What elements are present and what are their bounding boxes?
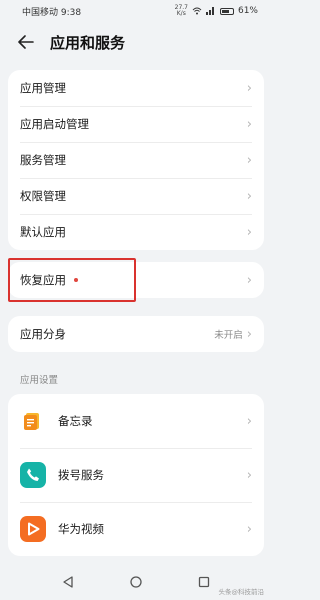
memo-icon	[20, 408, 46, 434]
battery-icon	[219, 7, 234, 15]
row-label: 恢复应用	[20, 273, 66, 287]
chevron-right-icon: ›	[246, 224, 252, 240]
app-name: 备忘录	[58, 414, 93, 428]
watermark: 头条@科技前沿	[218, 588, 265, 596]
nav-back-triangle-icon[interactable]	[59, 573, 77, 591]
row-status-value: 未开启	[214, 330, 243, 341]
chevron-right-icon: ›	[246, 467, 252, 483]
row-app-management[interactable]: 应用管理 ›	[8, 70, 264, 106]
app-name: 拨号服务	[58, 468, 104, 482]
net-speed-unit: K/s	[176, 10, 186, 17]
app-management-card: 应用管理 › 应用启动管理 › 服务管理 › 权限管理 › 默认应用 ›	[8, 70, 264, 250]
chevron-right-icon: ›	[246, 188, 252, 204]
status-left: 中国移动 9:38	[22, 5, 81, 18]
row-default-apps[interactable]: 默认应用 ›	[8, 214, 264, 250]
row-restore-apps[interactable]: 恢复应用 ›	[8, 262, 264, 298]
net-speed: 27.7 K/s	[175, 5, 188, 17]
page-title: 应用和服务	[50, 33, 126, 52]
signal-icon	[205, 7, 216, 15]
row-app-launch-management[interactable]: 应用启动管理 ›	[8, 106, 264, 142]
app-item-huawei-video[interactable]: 华为视频 ›	[8, 502, 264, 556]
status-bar: 中国移动 9:38 27.7 K/s 61%	[0, 0, 272, 22]
restore-apps-card: 恢复应用 ›	[8, 262, 264, 298]
row-service-management[interactable]: 服务管理 ›	[8, 142, 264, 178]
row-permission-management[interactable]: 权限管理 ›	[8, 178, 264, 214]
row-label: 应用启动管理	[20, 117, 89, 131]
title-bar: 应用和服务	[0, 26, 272, 58]
row-label: 应用分身	[20, 327, 66, 341]
chevron-right-icon: ›	[246, 272, 252, 288]
row-app-twin[interactable]: 应用分身 未开启 ›	[8, 316, 264, 352]
app-item-dialer[interactable]: 拨号服务 ›	[8, 448, 264, 502]
chevron-right-icon: ›	[246, 80, 252, 96]
row-label: 权限管理	[20, 189, 66, 203]
status-right: 27.7 K/s 61%	[175, 5, 258, 17]
wifi-icon	[192, 7, 202, 15]
chevron-right-icon: ›	[246, 521, 252, 537]
row-label: 服务管理	[20, 153, 66, 167]
row-label: 应用管理	[20, 81, 66, 95]
app-item-memo[interactable]: 备忘录 ›	[8, 394, 264, 448]
video-play-icon	[20, 516, 46, 542]
nav-home-circle-icon[interactable]	[127, 573, 145, 591]
new-badge-dot	[74, 278, 78, 282]
phone-icon	[20, 462, 46, 488]
nav-recents-square-icon[interactable]	[195, 573, 213, 591]
app-settings-card: 备忘录 › 拨号服务 › 华为视频 ›	[8, 394, 264, 556]
carrier-time: 中国移动 9:38	[22, 7, 82, 18]
chevron-right-icon: ›	[246, 116, 252, 132]
battery-level: 61%	[237, 6, 258, 16]
app-name: 华为视频	[58, 522, 104, 536]
row-label: 默认应用	[20, 225, 66, 239]
back-arrow-icon[interactable]	[14, 30, 38, 54]
chevron-right-icon: ›	[246, 152, 252, 168]
chevron-right-icon: ›	[246, 413, 252, 429]
section-label-app-settings: 应用设置	[20, 375, 59, 386]
chevron-right-icon: ›	[246, 326, 252, 342]
app-twin-card: 应用分身 未开启 ›	[8, 316, 264, 352]
